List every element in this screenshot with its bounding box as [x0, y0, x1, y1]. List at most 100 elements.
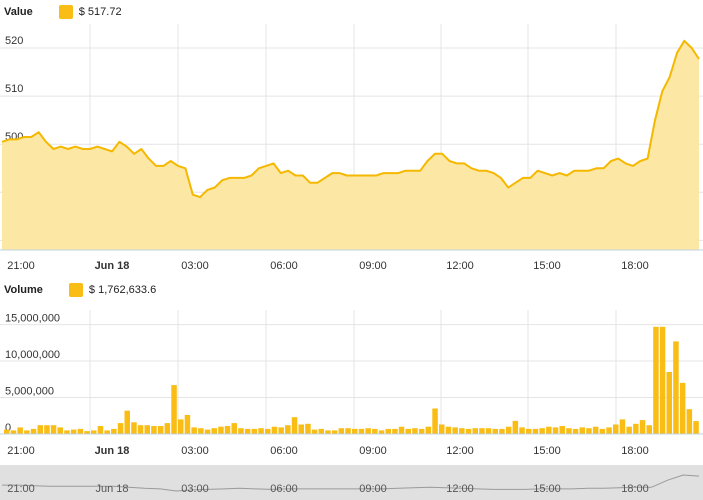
volume-bar	[70, 429, 77, 434]
volume-bar	[472, 428, 478, 434]
volume-bar	[539, 428, 545, 434]
volume-bar	[586, 428, 592, 434]
volume-bar	[10, 430, 17, 434]
volume-bar	[184, 415, 191, 434]
volume-bar	[178, 419, 184, 434]
volume-chart: 05,000,00010,000,00015,000,00021:00 Jun 1…	[0, 310, 703, 457]
volume-bar	[673, 341, 679, 434]
volume-bar	[258, 428, 264, 434]
volume-bar	[331, 430, 338, 434]
volume-bar	[633, 423, 639, 434]
volume-bar	[24, 430, 30, 434]
volume-bar	[546, 426, 552, 434]
volume-bar	[606, 427, 612, 434]
value-y-tick-label: 510	[5, 83, 23, 95]
volume-bar	[64, 430, 70, 434]
volume-bar	[4, 429, 10, 434]
volume-bar	[519, 427, 525, 434]
volume-bar	[57, 427, 63, 434]
volume-bar	[646, 425, 652, 434]
volume-bar	[144, 425, 150, 434]
navigator-tick-label: 21:00	[7, 483, 35, 495]
volume-bar	[345, 428, 351, 434]
volume-x-tick-label: 09:00	[359, 445, 387, 457]
volume-bar	[278, 427, 284, 434]
volume-bar	[244, 428, 251, 434]
volume-bar	[104, 430, 110, 434]
volume-bar	[559, 426, 565, 434]
volume-x-tick-label: 03:00	[181, 445, 209, 457]
volume-bar	[30, 428, 37, 434]
volume-bar	[298, 424, 304, 434]
value-x-tick-label: 21:00	[7, 260, 35, 272]
volume-x-tick-label: 21:00	[7, 445, 35, 457]
volume-bar	[157, 426, 164, 434]
volume-bar	[358, 428, 365, 434]
value-x-tick-label: 12:00	[446, 260, 474, 272]
volume-y-tick-label: 10,000,000	[5, 349, 60, 361]
volume-bar	[385, 428, 391, 434]
volume-bar	[224, 426, 231, 434]
volume-bar	[459, 428, 465, 434]
volume-bar	[17, 427, 23, 434]
volume-y-tick-label: 5,000,000	[5, 386, 54, 398]
volume-bar	[238, 428, 244, 434]
volume-bar	[131, 422, 137, 434]
volume-bar	[111, 428, 117, 434]
volume-bar	[552, 427, 559, 434]
volume-bar	[77, 428, 84, 434]
volume-bar	[91, 430, 97, 434]
volume-bar	[653, 326, 659, 434]
volume-bar	[265, 428, 271, 434]
value-x-tick-label: 18:00	[621, 260, 649, 272]
value-y-tick-label: 520	[5, 35, 23, 47]
volume-bar	[619, 419, 626, 434]
volume-bar	[592, 426, 599, 434]
volume-bar	[392, 428, 398, 434]
navigator-tick-label: 12:00	[446, 483, 474, 495]
volume-bar	[271, 426, 278, 434]
volume-bar	[626, 426, 632, 434]
volume-bar	[311, 429, 318, 434]
volume-bar	[418, 428, 425, 434]
volume-bar	[117, 423, 124, 434]
volume-bar	[452, 427, 458, 434]
volume-bar	[37, 425, 43, 434]
volume-bar	[405, 428, 411, 434]
volume-bar	[432, 408, 438, 434]
volume-bar	[352, 428, 358, 434]
volume-bar	[566, 428, 572, 434]
volume-bar	[479, 428, 485, 434]
volume-bar	[305, 423, 311, 434]
volume-bar	[325, 430, 331, 434]
volume-bar	[445, 426, 452, 434]
volume-bar	[191, 427, 197, 434]
volume-bar	[338, 428, 345, 434]
value-chart: 48049050051052021:00Jun 1803:0006:0009:0…	[0, 24, 703, 272]
volume-bar	[666, 372, 672, 434]
volume-bar	[97, 426, 104, 434]
range-navigator[interactable]: 21:00 Jun 18 03:00 06:00 09:00 12:00 15:00 18:0…	[0, 465, 703, 500]
volume-bar	[659, 326, 666, 434]
volume-x-tick-label: 06:00	[270, 445, 298, 457]
volume-bar	[579, 427, 585, 434]
volume-bar	[693, 421, 699, 434]
volume-bar	[124, 410, 130, 434]
volume-bar	[211, 428, 217, 434]
volume-bar	[505, 426, 512, 434]
volume-bar	[526, 428, 532, 434]
navigator-tick-label: 06:00	[270, 483, 298, 495]
volume-bar	[44, 425, 50, 434]
volume-x-tick-label: 18:00	[621, 445, 649, 457]
volume-bar	[639, 420, 646, 434]
volume-bar	[198, 428, 204, 434]
navigator-tick-label: 09:00	[359, 483, 387, 495]
value-x-tick-label: 06:00	[270, 260, 298, 272]
volume-bar	[171, 385, 177, 434]
volume-bar	[613, 424, 619, 434]
navigator-tick-label: 03:00	[181, 483, 209, 495]
volume-bar	[512, 420, 519, 434]
volume-bar	[439, 424, 445, 434]
volume-bar	[412, 428, 418, 434]
volume-bar	[398, 426, 405, 434]
